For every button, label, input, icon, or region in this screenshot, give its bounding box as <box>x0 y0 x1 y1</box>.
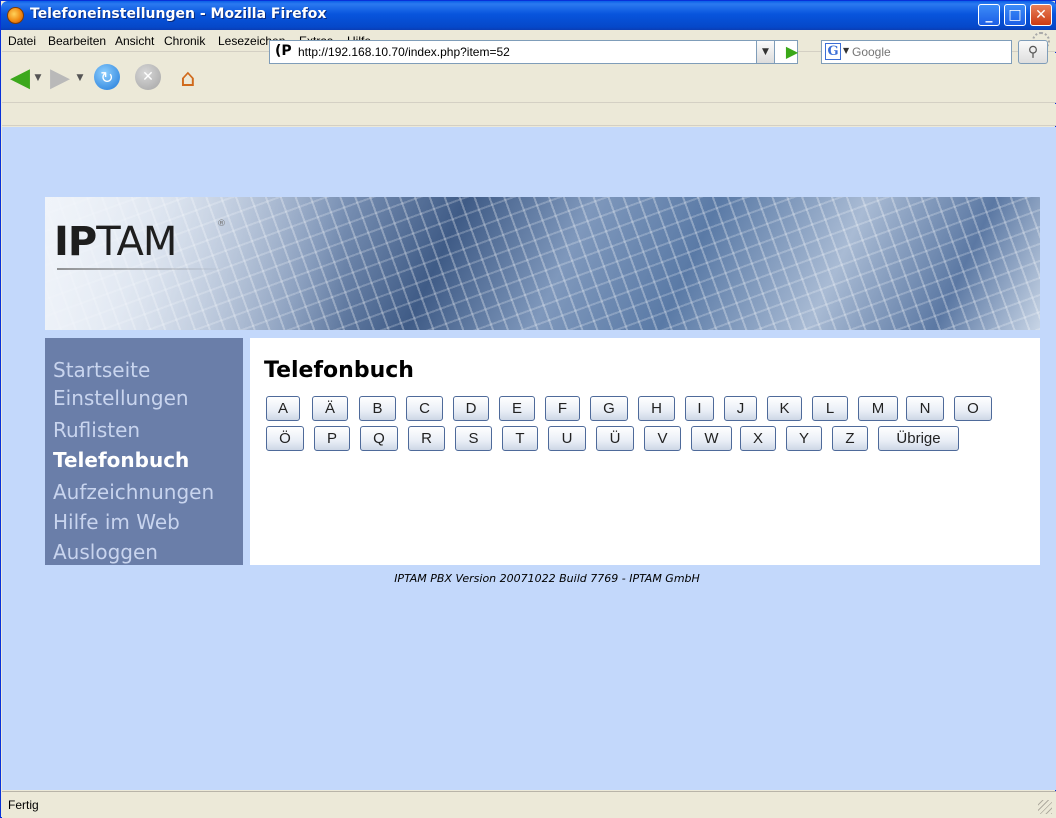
browser-window: Telefoneinstellungen - Mozilla Firefox _… <box>0 0 1056 818</box>
letter-button[interactable]: T <box>502 426 538 451</box>
forward-dropdown-icon[interactable]: ▼ <box>74 64 86 92</box>
search-input[interactable] <box>852 42 1007 62</box>
logo-registered-mark: ® <box>217 219 226 229</box>
maximize-button[interactable]: □ <box>1004 4 1026 26</box>
title-bar[interactable]: Telefoneinstellungen - Mozilla Firefox _… <box>1 1 1056 30</box>
letter-button[interactable]: K <box>767 396 802 421</box>
letter-button[interactable]: M <box>858 396 898 421</box>
menu-bearbeiten[interactable]: Bearbeiten <box>48 34 106 48</box>
letter-button[interactable]: H <box>638 396 675 421</box>
letter-button[interactable]: Ü <box>596 426 634 451</box>
letter-button[interactable]: S <box>455 426 492 451</box>
letter-button[interactable]: Q <box>360 426 398 451</box>
back-dropdown-icon[interactable]: ▼ <box>32 64 44 92</box>
menu-chronik[interactable]: Chronik <box>164 34 205 48</box>
letter-button[interactable]: L <box>812 396 848 421</box>
letter-button[interactable]: A <box>266 396 300 421</box>
bookmarks-toolbar <box>2 104 1056 126</box>
letter-button[interactable]: Ä <box>312 396 348 421</box>
status-text: Fertig <box>8 798 39 812</box>
letter-button[interactable]: E <box>499 396 535 421</box>
nav-aufzeichnungen[interactable]: Aufzeichnungen <box>53 480 214 504</box>
letter-button[interactable]: X <box>740 426 776 451</box>
main-panel: Telefonbuch A Ä B C D E F G H I J K L M … <box>250 338 1040 565</box>
side-navigation: Startseite Einstellungen Ruflisten Telef… <box>45 338 243 565</box>
close-button[interactable]: ✕ <box>1030 4 1052 26</box>
letter-button[interactable]: P <box>314 426 350 451</box>
stop-icon[interactable]: ✕ <box>135 64 161 90</box>
nav-einstellungen[interactable]: Einstellungen <box>53 386 189 410</box>
google-engine-icon[interactable]: G <box>825 43 841 60</box>
letter-button[interactable]: N <box>906 396 944 421</box>
back-arrow-icon[interactable]: ◀ <box>6 63 34 93</box>
letter-button[interactable]: D <box>453 396 489 421</box>
window-title: Telefoneinstellungen - Mozilla Firefox <box>30 6 327 22</box>
header-banner: IPTAM ® <box>45 197 1040 330</box>
letter-button[interactable]: O <box>954 396 992 421</box>
site-favicon-icon: (P <box>275 43 292 59</box>
letter-button[interactable]: J <box>724 396 757 421</box>
nav-ruflisten[interactable]: Ruflisten <box>53 418 140 442</box>
letter-button[interactable]: F <box>545 396 580 421</box>
letter-button[interactable]: V <box>644 426 681 451</box>
page-content: IPTAM ® Startseite Einstellungen Ruflist… <box>2 127 1056 790</box>
letter-button[interactable]: U <box>548 426 586 451</box>
resize-grip-icon[interactable] <box>1038 800 1052 814</box>
nav-ausloggen[interactable]: Ausloggen <box>53 540 158 564</box>
logo-rest: TAM <box>96 219 177 265</box>
letter-button-others[interactable]: Übrige <box>878 426 959 451</box>
minimize-button[interactable]: _ <box>978 4 1000 26</box>
url-bar[interactable]: (P http://192.168.10.70/index.php?item=5… <box>269 40 798 64</box>
letter-button[interactable]: I <box>685 396 714 421</box>
url-text[interactable]: http://192.168.10.70/index.php?item=52 <box>298 45 510 59</box>
url-history-dropdown-icon[interactable]: ▼ <box>756 40 775 64</box>
home-icon[interactable]: ⌂ <box>174 64 202 92</box>
nav-hilfe-im-web[interactable]: Hilfe im Web <box>53 510 180 534</box>
iptam-logo: IPTAM <box>54 219 177 265</box>
engine-dropdown-icon[interactable]: ▼ <box>843 46 849 55</box>
logo-underline <box>57 268 227 270</box>
letter-button[interactable]: Z <box>832 426 868 451</box>
letter-button[interactable]: Y <box>786 426 822 451</box>
nav-telefonbuch[interactable]: Telefonbuch <box>53 448 189 472</box>
letter-button[interactable]: R <box>408 426 445 451</box>
status-bar: Fertig <box>2 791 1056 818</box>
nav-startseite[interactable]: Startseite <box>53 358 150 382</box>
letter-button[interactable]: B <box>359 396 396 421</box>
magnifier-icon[interactable]: ⚲ <box>1018 40 1048 64</box>
reload-icon[interactable]: ↻ <box>94 64 120 90</box>
forward-arrow-icon[interactable]: ▶ <box>46 63 74 93</box>
menu-ansicht[interactable]: Ansicht <box>115 34 154 48</box>
go-arrow-icon[interactable]: ▶ <box>781 41 803 63</box>
letter-button[interactable]: Ö <box>266 426 304 451</box>
page-title: Telefonbuch <box>264 358 414 383</box>
letter-button[interactable]: G <box>590 396 628 421</box>
letter-button[interactable]: W <box>691 426 732 451</box>
version-footer: IPTAM PBX Version 20071022 Build 7769 - … <box>394 572 700 585</box>
letter-button[interactable]: C <box>406 396 443 421</box>
logo-bold: IP <box>54 219 97 265</box>
menu-datei[interactable]: Datei <box>8 34 36 48</box>
search-bar[interactable]: G ▼ <box>821 40 1012 64</box>
firefox-logo-icon <box>7 7 24 24</box>
